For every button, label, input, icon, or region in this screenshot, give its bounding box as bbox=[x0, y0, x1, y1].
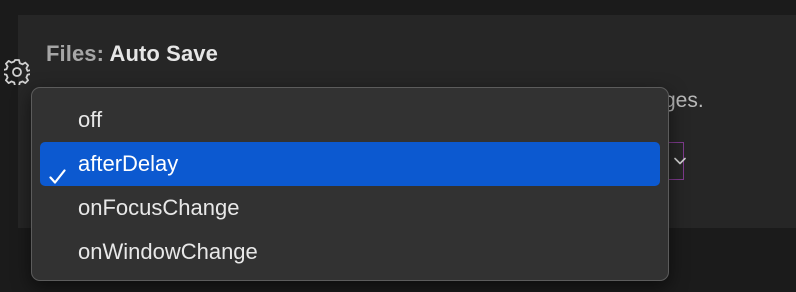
option-label: afterDelay bbox=[78, 151, 179, 176]
dropdown-option-onfocuschange[interactable]: onFocusChange bbox=[40, 186, 660, 230]
dropdown-option-afterdelay[interactable]: afterDelay bbox=[40, 142, 660, 186]
gear-icon[interactable] bbox=[2, 59, 32, 87]
setting-category: Files: bbox=[46, 41, 105, 66]
option-label: onFocusChange bbox=[78, 195, 240, 220]
chevron-down-icon bbox=[674, 154, 686, 166]
auto-save-dropdown: off afterDelay onFocusChange onWindowCha… bbox=[31, 87, 669, 281]
dropdown-option-onwindowchange[interactable]: onWindowChange bbox=[40, 230, 660, 274]
setting-title: Files: Auto Save bbox=[46, 41, 218, 67]
option-label: off bbox=[78, 107, 103, 132]
check-icon bbox=[49, 156, 66, 184]
option-label: onWindowChange bbox=[78, 239, 258, 264]
dropdown-option-off[interactable]: off bbox=[40, 98, 660, 142]
setting-name: Auto Save bbox=[109, 41, 218, 66]
setting-description: ges. bbox=[664, 89, 704, 112]
